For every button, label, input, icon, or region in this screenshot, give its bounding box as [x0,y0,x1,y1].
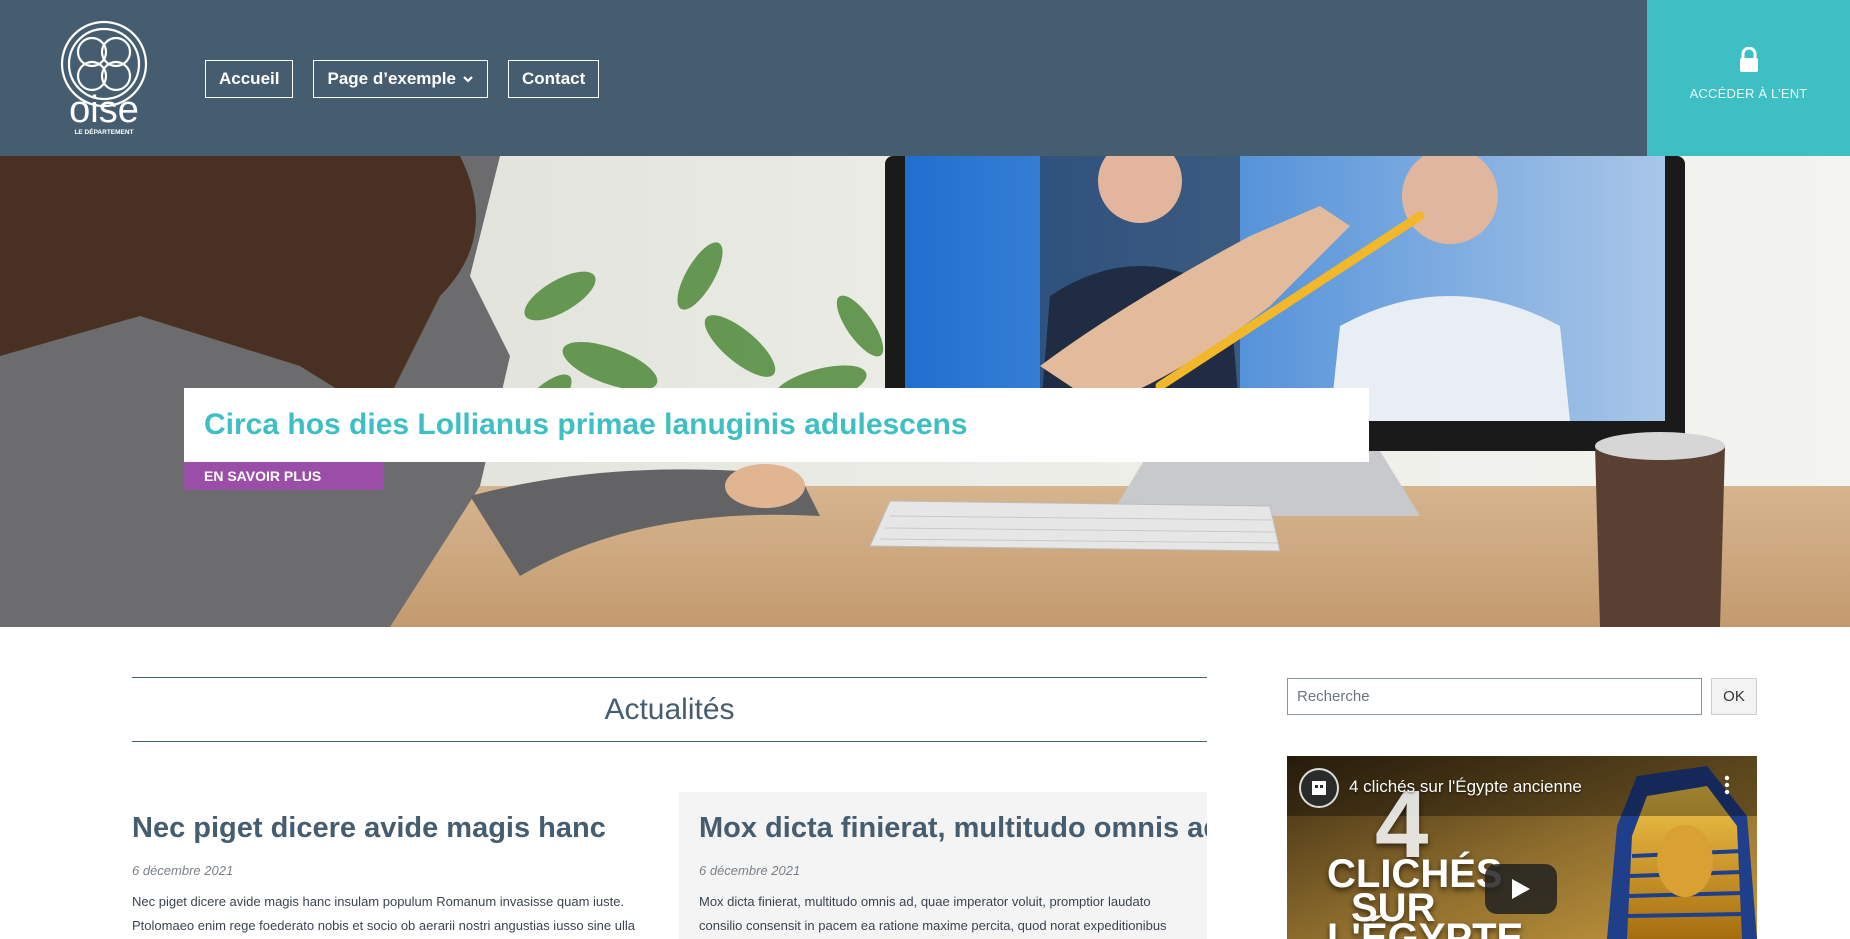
oise-logo[interactable]: oise LE DÉPARTEMENT [56,18,152,136]
ent-access-button[interactable]: ACCÉDER À L’ENT [1647,0,1850,156]
youtube-video-embed[interactable]: 4 CLICHÉS SUR L'ÉGYPTE 4 clichés sur l'É… [1287,756,1757,939]
svg-text:LE DÉPARTEMENT: LE DÉPARTEMENT [74,127,133,136]
logo-icon: oise LE DÉPARTEMENT [60,20,148,136]
main-nav: Accueil Page d’exemple Contact [205,60,600,98]
article-excerpt: Mox dicta finierat, multitudo omnis ad, … [699,894,1167,933]
hero-title[interactable]: Circa hos dies Lollianus primae lanugini… [204,408,968,442]
nav-item-label: Accueil [219,69,280,88]
nav-item-label: Contact [522,69,586,88]
lock-icon [1738,46,1760,78]
article-date: 6 décembre 2021 [132,863,234,878]
article-date: 6 décembre 2021 [699,863,801,878]
nav-item-page-exemple[interactable]: Page d’exemple [313,60,488,98]
channel-avatar[interactable] [1299,768,1339,808]
news-article: Nec piget dicere avide magis hanc 6 déce… [132,792,652,939]
site-header: oise LE DÉPARTEMENT Accueil Page d’exemp… [0,0,1850,156]
search-submit-button[interactable]: OK [1711,678,1757,715]
search-input[interactable] [1287,678,1702,715]
hero-banner: Circa hos dies Lollianus primae lanugini… [0,156,1850,627]
section-title: Actualités [604,692,735,726]
svg-text:oise: oise [69,89,139,131]
thumbnail-text-line: L'ÉGYPTE [1327,916,1524,939]
hero-read-more-button[interactable]: EN SAVOIR PLUS [184,462,384,490]
channel-icon [1312,781,1326,795]
nav-item-contact[interactable]: Contact [508,60,600,98]
more-options-icon[interactable] [1715,770,1739,800]
news-section-header: Actualités [132,677,1207,742]
play-icon [1512,879,1530,899]
video-title[interactable]: 4 clichés sur l'Égypte ancienne [1349,777,1582,797]
play-button[interactable] [1485,864,1557,914]
article-excerpt: Nec piget dicere avide magis hanc insula… [132,894,635,933]
hero-title-card: Circa hos dies Lollianus primae lanugini… [184,388,1369,462]
nav-item-accueil[interactable]: Accueil [205,60,294,98]
nav-item-label: Page d’exemple [327,69,456,88]
ent-label: ACCÉDER À L’ENT [1689,86,1808,101]
article-title[interactable]: Nec piget dicere avide magis hanc [132,812,652,845]
article-title[interactable]: Mox dicta finierat, multitudo omnis ad [699,812,1207,845]
chevron-down-icon [462,73,474,85]
news-article: Mox dicta finierat, multitudo omnis ad 6… [679,792,1207,939]
